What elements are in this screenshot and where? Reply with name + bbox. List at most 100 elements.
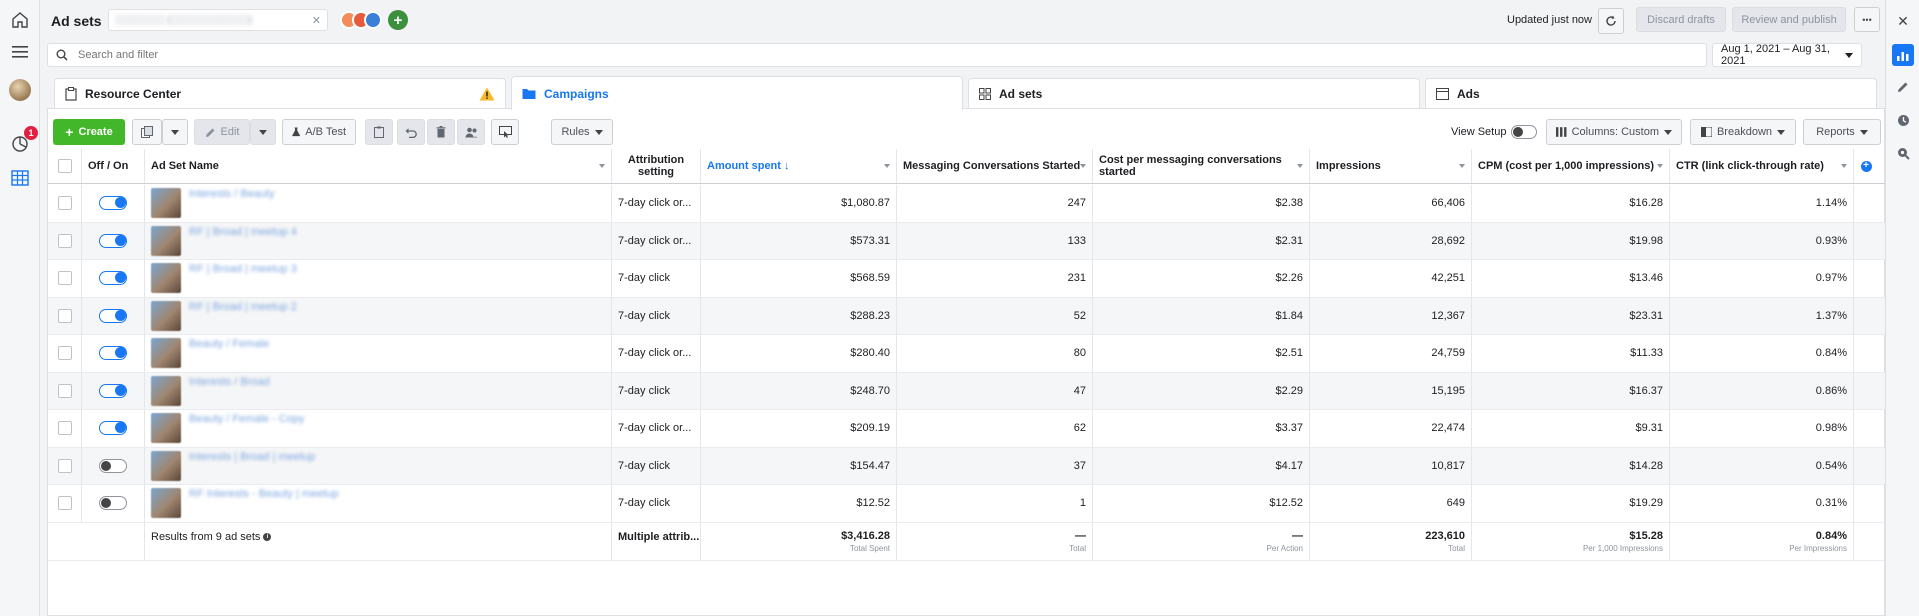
breakdown-button[interactable]: Breakdown: [1690, 119, 1796, 145]
reports-button[interactable]: Reports: [1803, 119, 1881, 145]
duplicate-dropdown-button[interactable]: [162, 119, 188, 145]
discard-drafts-button[interactable]: Discard drafts: [1636, 7, 1726, 32]
header-cost-per-messaging[interactable]: Cost per messaging conversations started: [1093, 149, 1310, 183]
ad-set-name-link[interactable]: RF Interests - Beauty | meetup: [189, 488, 339, 500]
header-messaging-conversations[interactable]: Messaging Conversations Started: [897, 149, 1093, 183]
audience-button[interactable]: [457, 119, 485, 145]
ad-set-toggle[interactable]: [99, 271, 127, 286]
ad-set-toggle[interactable]: [99, 233, 127, 248]
ads-manager-table-icon[interactable]: [8, 166, 32, 190]
edit-icon[interactable]: [1894, 78, 1912, 96]
ad-set-toggle[interactable]: [99, 196, 127, 211]
select-all-checkbox[interactable]: [57, 159, 72, 173]
history-icon[interactable]: [1894, 111, 1912, 129]
row-checkbox[interactable]: [57, 308, 72, 323]
ad-set-name-link[interactable]: Beauty / Female - Copy: [189, 413, 305, 425]
cost-per-messaging-cell: $2.38: [1093, 185, 1310, 222]
table-row[interactable]: Interests | Broad | meetup 7-day click $15…: [48, 447, 1886, 485]
avatar[interactable]: [8, 78, 32, 102]
header-impressions[interactable]: Impressions: [1310, 149, 1472, 183]
table-row[interactable]: Beauty / Female - Copy 7-day click or... $…: [48, 410, 1886, 448]
ad-set-name-link[interactable]: RF | Broad | meetup 3: [189, 263, 297, 275]
ad-set-name-link[interactable]: Interests / Broad: [189, 376, 270, 388]
edit-dropdown-button[interactable]: [250, 119, 276, 145]
header-off-on[interactable]: Off / On: [82, 149, 145, 183]
row-checkbox[interactable]: [57, 346, 72, 361]
ad-set-toggle[interactable]: [99, 346, 127, 361]
clipboard-button[interactable]: [365, 119, 393, 145]
ad-set-toggle[interactable]: [99, 383, 127, 398]
search-icon: [56, 49, 68, 61]
ad-set-toggle[interactable]: [99, 458, 127, 473]
row-checkbox[interactable]: [57, 383, 72, 398]
date-range-picker[interactable]: Aug 1, 2021 – Aug 31, 2021: [1712, 43, 1862, 67]
ads-reporting-icon[interactable]: 1: [8, 126, 38, 156]
row-checkbox[interactable]: [57, 458, 72, 473]
row-checkbox[interactable]: [57, 271, 72, 286]
header-amount-spent[interactable]: Amount spent ↓: [701, 149, 897, 183]
row-checkbox[interactable]: [57, 196, 72, 211]
menu-icon[interactable]: [8, 40, 32, 64]
search-bar[interactable]: [47, 43, 1707, 67]
search-input[interactable]: [78, 49, 1578, 61]
add-page-icon[interactable]: +: [388, 10, 408, 30]
cpm-cell: $16.37: [1472, 372, 1670, 409]
inspect-icon[interactable]: [1894, 144, 1912, 162]
ad-thumbnail: [151, 225, 181, 256]
tab-resource-center[interactable]: Resource Center: [54, 78, 506, 108]
ab-test-button[interactable]: A/B Test: [282, 119, 356, 145]
header-cpm[interactable]: CPM (cost per 1,000 impressions): [1472, 149, 1670, 183]
row-checkbox[interactable]: [57, 496, 72, 511]
tab-ads[interactable]: Ads: [1425, 78, 1877, 108]
tab-campaigns[interactable]: Campaigns: [511, 76, 963, 110]
tab-ad-sets[interactable]: Ad sets: [968, 78, 1420, 108]
ad-set-toggle[interactable]: [99, 421, 127, 436]
ad-set-name-link[interactable]: Beauty / Female: [189, 338, 269, 350]
ad-set-name-link[interactable]: Interests | Broad | meetup: [189, 451, 315, 463]
table-row[interactable]: RF Interests - Beauty | meetup 7-day clic…: [48, 485, 1886, 523]
row-spacer-cell: [1854, 410, 1878, 447]
ad-set-name-link[interactable]: RF | Broad | meetup 4: [189, 226, 297, 238]
header-attribution-setting[interactable]: Attribution setting: [612, 149, 701, 183]
info-icon[interactable]: i: [263, 532, 272, 541]
table-row[interactable]: RF | Broad | meetup 4 7-day click or... $5…: [48, 222, 1886, 260]
duplicate-button[interactable]: [132, 119, 162, 145]
ad-set-toggle[interactable]: [99, 496, 127, 511]
account-selector[interactable]: ░░░░░░░ (░░░░░░░░░░░) ✕: [108, 9, 328, 31]
ad-set-name-link[interactable]: Interests / Beauty: [189, 188, 275, 200]
review-publish-button[interactable]: Review and publish: [1732, 7, 1846, 32]
cpm-cell: $9.31: [1472, 410, 1670, 447]
row-checkbox[interactable]: [57, 421, 72, 436]
delete-button[interactable]: [427, 119, 455, 145]
toggle-knob: [115, 347, 126, 359]
chart-icon[interactable]: [1892, 44, 1914, 66]
row-select-cell: [48, 297, 82, 334]
rules-button[interactable]: Rules: [551, 119, 613, 145]
table-row[interactable]: Beauty / Female 7-day click or... $280.40 8…: [48, 335, 1886, 373]
undo-button[interactable]: [397, 119, 425, 145]
clear-icon[interactable]: ✕: [312, 14, 321, 27]
columns-button[interactable]: Columns: Custom: [1546, 119, 1682, 145]
row-checkbox[interactable]: [57, 233, 72, 248]
ad-set-toggle[interactable]: [99, 308, 127, 323]
table-row[interactable]: Interests / Broad 7-day click $248.70 47 $2.…: [48, 372, 1886, 410]
create-button[interactable]: + Create: [53, 119, 125, 145]
row-select-cell: [48, 485, 82, 522]
edit-button[interactable]: Edit: [194, 119, 250, 145]
table-row[interactable]: RF | Broad | meetup 3 7-day click $568.59 2…: [48, 260, 1886, 298]
view-setup-toggle[interactable]: [1511, 125, 1537, 139]
header-ctr[interactable]: CTR (link click-through rate): [1670, 149, 1854, 183]
page-icons-group[interactable]: +: [340, 9, 420, 31]
header-ad-set-name[interactable]: Ad Set Name: [145, 149, 612, 183]
table-row[interactable]: Interests / Beauty 7-day click or... $1,08…: [48, 185, 1886, 223]
add-column-icon[interactable]: +: [1860, 160, 1872, 172]
refresh-button[interactable]: [1598, 8, 1624, 34]
table-row[interactable]: RF | Broad | meetup 2 7-day click $288.23 5…: [48, 297, 1886, 335]
ad-set-name-link[interactable]: RF | Broad | meetup 2: [189, 301, 297, 313]
cpm-cell: $11.33: [1472, 335, 1670, 372]
preview-button[interactable]: [491, 119, 519, 145]
more-options-button[interactable]: •••: [1854, 7, 1880, 32]
totals-spacer: [48, 522, 145, 560]
home-icon[interactable]: [8, 8, 32, 32]
close-icon[interactable]: ✕: [1894, 12, 1912, 30]
